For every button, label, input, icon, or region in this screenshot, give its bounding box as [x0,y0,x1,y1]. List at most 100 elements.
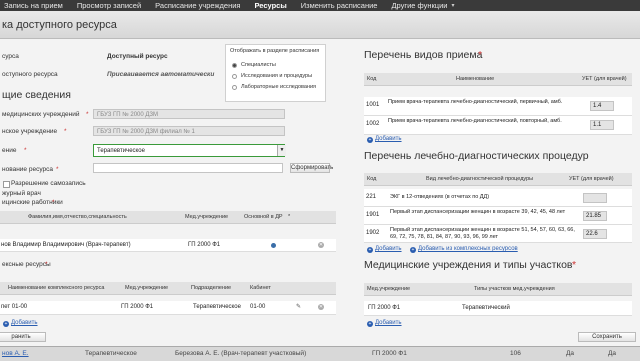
radio-circle[interactable] [232,84,237,90]
worker-name: нов Владимир Владимирович (Врач-терапевт… [1,242,131,248]
table-row[interactable]: 1001 Прием врача-терапевта лечебно-диагн… [364,97,632,116]
dialog-title: ка доступного ресурса [2,19,117,31]
required-mark: * [64,128,67,135]
required-mark: * [45,261,48,268]
display-group-heading: Отображать в разделе расписания [230,48,320,54]
required-mark: * [478,49,483,61]
dept-label: ение [2,147,17,154]
plus-icon[interactable]: + [367,247,373,253]
nav-item-resources[interactable]: Ресурсы [254,1,286,10]
nav-item-appointment[interactable]: Запись на прием [4,1,63,10]
status-cell: Терапевтическое [85,350,137,357]
procedures-heading: Перечень лечебно-диагностических процеду… [364,150,589,162]
complex-inst: ГП 2000 Ф1 [121,304,154,310]
col-header: Подразделение [191,285,232,291]
procedure-name: Первый этап диспансеризации женщин в воз… [390,227,575,240]
col-header: Код [367,76,377,82]
plus-icon[interactable]: + [410,247,416,253]
status-cell: Да [608,350,617,357]
col-header: Мед.учреждение [125,285,169,291]
save-button-left[interactable]: ранить [0,332,46,342]
add-visit-type-link[interactable]: Добавить [375,136,402,142]
table-row[interactable]: пет 01-00 ГП 2000 Ф1 Терапевтическое 01-… [0,301,336,315]
resource-card-dialog: ка доступного ресурса сурса Доступный ре… [0,11,640,346]
procedure-name: Первый этап диспансеризации женщин в воз… [390,209,566,215]
top-nav: Запись на прием Просмотр записей Расписа… [0,0,640,11]
display-in-schedule-group: Отображать в разделе расписания Специали… [225,44,326,102]
nav-item-view-records[interactable]: Просмотр записей [77,1,141,10]
inst-field[interactable]: ГБУЗ ГП № 2000 ДЗМ [93,109,285,119]
visit-code: 1001 [366,102,380,108]
table-row[interactable]: 221 ЭКГ в 12-отведениях (в отчетах по ДД… [364,189,632,207]
uet-field[interactable] [583,193,607,203]
primary-radio[interactable] [271,243,276,248]
status-cell: Да [566,350,575,357]
col-header: Мед.учреждение [185,214,229,220]
uet-field[interactable]: 1.1 [590,120,614,130]
edit-icon[interactable]: ✎ [296,303,301,310]
nav-item-schedule[interactable]: Расписание учреждения [155,1,240,10]
background-table-row: нов А. Е. Терапевтическое Березова А. Е.… [0,346,640,361]
table-row[interactable]: нов Владимир Владимирович (Врач-терапевт… [0,239,336,252]
nav-item-other[interactable]: Другие функции [391,1,447,10]
branch-field[interactable]: ГБУЗ ГП № 2000 ДЗМ филиал № 1 [93,126,285,136]
dept-select[interactable]: Терапевтическое [93,144,285,157]
col-header: Вид лечебно-диагностической процедуры [426,176,534,182]
chevron-down-icon[interactable]: ▾ [451,2,454,9]
add-procedure-link[interactable]: Добавить [375,246,402,252]
radio-research[interactable]: Исследования и процедуры [232,73,312,79]
complex-label: ексные ресурсы [2,261,51,268]
add-from-complex-link[interactable]: Добавить из комплексных ресурсов [418,246,518,252]
worker-inst: ГП 2000 Ф1 [188,242,221,248]
self-booking-label: Разрешение самозапись [11,180,86,187]
status-cell: Березова А. Е. (Врач-терапевт участковый… [175,350,307,357]
workers-table-header: Фамилия,имя,отчество,специальность Мед.у… [0,211,336,224]
plus-icon[interactable]: + [367,321,373,327]
procedure-code: 1901 [366,212,380,218]
uet-field[interactable]: 22.6 [583,229,607,239]
visit-name: Прием врача-терапевта лечебно-диагностич… [388,99,563,105]
close-icon[interactable]: ✕ [318,304,324,310]
required-mark: * [86,111,89,118]
visit-code: 1002 [366,121,380,127]
uet-field[interactable]: 21.85 [583,211,607,221]
radio-circle[interactable] [232,62,237,68]
institution-name: ГП 2000 Ф1 [368,305,401,311]
radio-lab[interactable]: Лабораторные исследования [232,84,316,90]
radio-circle[interactable] [232,73,237,79]
table-row[interactable]: 1002 Прием врача-терапевта лечебно-диагн… [364,116,632,135]
add-complex-link[interactable]: Добавить [11,320,38,326]
general-heading: щие сведения [2,89,71,101]
complex-table-header: Наименование комплексного ресурса Мед.уч… [0,282,336,295]
radio-label: Лабораторные исследования [241,84,317,90]
col-header: Наименование комплексного ресурса [8,285,105,291]
radio-specialists[interactable]: Специалисты [232,62,276,68]
table-row[interactable]: ГП 2000 Ф1 Терапевтический [364,301,632,316]
resource-label: сурса [2,53,19,60]
required-mark: * [56,166,59,173]
procedure-name: ЭКГ в 12-отведениях (в отчетах по ДД) [390,194,490,200]
visit-types-header: Код Наименование УЕТ (для врачей) [364,73,632,86]
col-header: Основной в ДР [244,214,283,220]
visit-name: Прием врача-терапевта лечебно-диагностич… [388,118,562,124]
nav-item-edit-schedule[interactable]: Изменить расписание [301,1,378,10]
chevron-down-icon[interactable]: ▼ [277,145,286,156]
required-mark: * [572,259,577,271]
status-cell[interactable]: нов А. Е. [2,350,29,357]
resname-input[interactable] [93,163,283,173]
close-icon[interactable]: ✕ [318,242,324,248]
save-button[interactable]: Сохранить [578,332,636,342]
self-booking-checkbox[interactable] [3,181,10,188]
required-mark: * [288,214,291,220]
add-institution-link[interactable]: Добавить [375,320,402,326]
resource-value: Доступный ресурс [107,53,168,60]
required-mark: * [24,147,27,154]
plus-icon[interactable]: + [3,321,9,327]
table-row[interactable]: 1901 Первый этап диспансеризации женщин … [364,207,632,225]
procedure-code: 1902 [366,230,380,236]
complex-dept: Терапевтическое [193,304,241,310]
uet-field[interactable]: 1.4 [590,101,614,111]
plus-icon[interactable]: + [367,137,373,143]
form-button[interactable]: Сформировать [290,163,333,173]
table-row[interactable]: 1902 Первый этап диспансеризации женщин … [364,225,632,243]
